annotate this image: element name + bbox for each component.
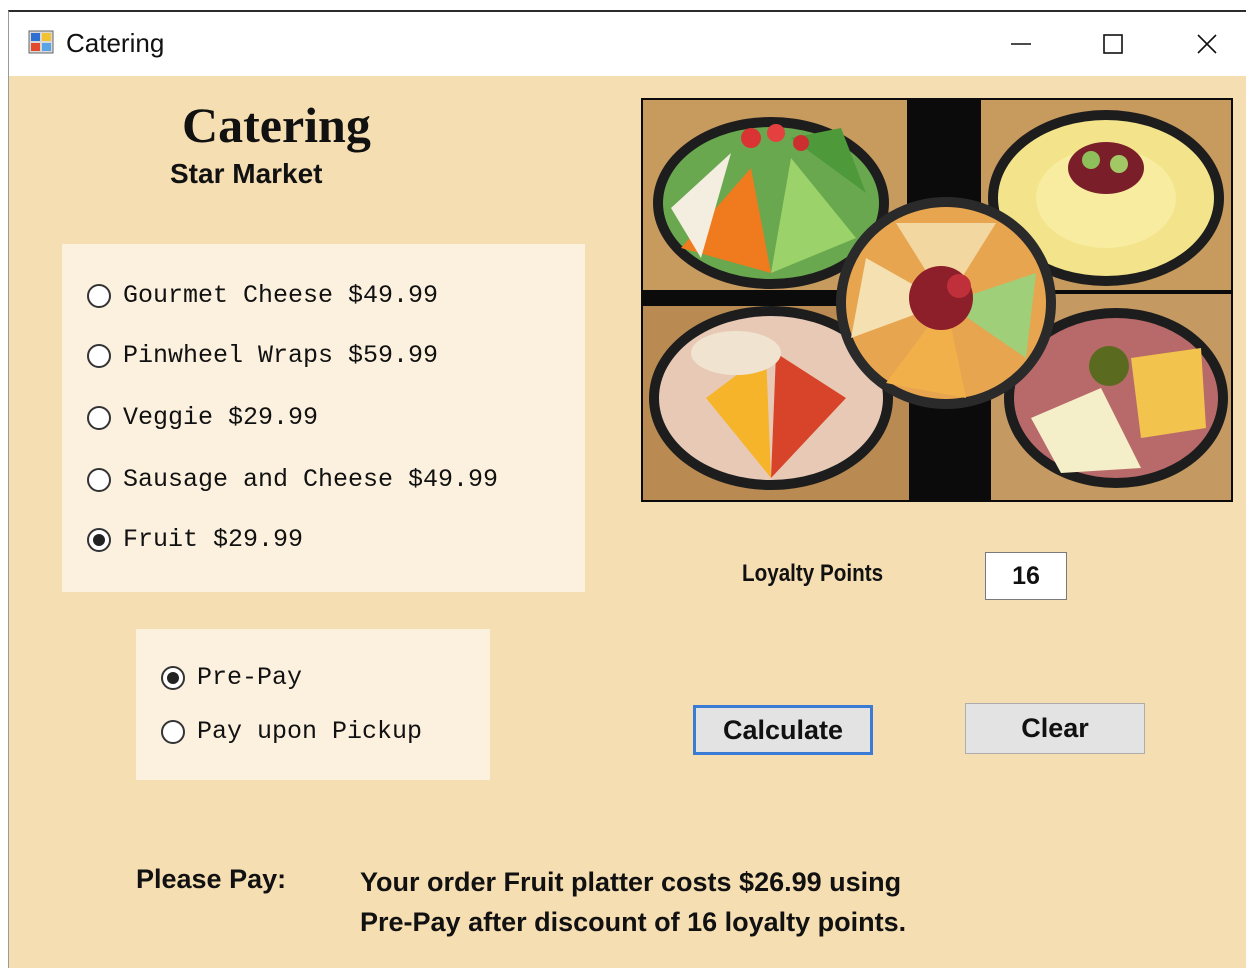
clear-button[interactable]: Clear xyxy=(965,703,1145,754)
option-label: Gourmet Cheese $49.99 xyxy=(123,281,439,310)
store-name: Star Market xyxy=(170,158,323,189)
option-label: Pay upon Pickup xyxy=(197,717,423,746)
radio-fruit[interactable] xyxy=(87,527,111,552)
order-summary-line-2: Pre-Pay after discount of 16 loyalty poi… xyxy=(360,907,907,937)
loyalty-points-field[interactable]: 16 xyxy=(985,552,1067,600)
order-summary-line-1: Your order Fruit platter costs $26.99 us… xyxy=(360,867,902,897)
option-pinwheel-wraps[interactable]: Pinwheel Wraps $59.99 xyxy=(87,341,438,370)
option-gourmet-cheese[interactable]: Gourmet Cheese $49.99 xyxy=(87,281,438,310)
minimize-icon xyxy=(1011,43,1031,45)
option-label: Veggie $29.99 xyxy=(123,403,319,432)
form-heading: Catering xyxy=(182,97,371,153)
option-pre-pay[interactable]: Pre-Pay xyxy=(161,663,302,692)
catering-window: Catering Catering Star Market Gourmet Ch… xyxy=(8,10,1246,968)
order-summary: Your order Fruit platter costs $26.99 us… xyxy=(360,862,1040,942)
window-title: Catering xyxy=(66,28,165,58)
maximize-icon xyxy=(1103,34,1123,54)
close-button[interactable] xyxy=(1161,12,1246,76)
payment-options-group: Pre-Pay Pay upon Pickup xyxy=(136,629,490,780)
option-label: Sausage and Cheese $49.99 xyxy=(123,465,499,494)
option-pay-upon-pickup[interactable]: Pay upon Pickup xyxy=(161,717,422,746)
radio-pinwheel-wraps[interactable] xyxy=(87,343,111,368)
option-label: Fruit $29.99 xyxy=(123,525,304,554)
please-pay-label: Please Pay: xyxy=(136,864,287,894)
radio-gourmet-cheese[interactable] xyxy=(87,283,111,308)
radio-veggie[interactable] xyxy=(87,405,111,430)
option-fruit[interactable]: Fruit $29.99 xyxy=(87,525,303,554)
radio-pre-pay[interactable] xyxy=(161,665,185,690)
catering-platters-image xyxy=(641,98,1233,502)
maximize-button[interactable] xyxy=(1067,12,1159,76)
option-label: Pre-Pay xyxy=(197,663,303,692)
minimize-button[interactable] xyxy=(975,12,1067,76)
option-label: Pinwheel Wraps $59.99 xyxy=(123,341,439,370)
close-icon xyxy=(1197,34,1217,54)
option-sausage-cheese[interactable]: Sausage and Cheese $49.99 xyxy=(87,465,498,494)
radio-sausage-cheese[interactable] xyxy=(87,467,111,492)
app-icon xyxy=(28,30,54,54)
radio-pay-upon-pickup[interactable] xyxy=(161,719,185,744)
platter-options-group: Gourmet Cheese $49.99 Pinwheel Wraps $59… xyxy=(62,244,585,592)
option-veggie[interactable]: Veggie $29.99 xyxy=(87,403,318,432)
calculate-button[interactable]: Calculate xyxy=(693,705,873,755)
loyalty-points-label: Loyalty Points xyxy=(742,560,884,587)
title-bar: Catering xyxy=(9,12,1246,76)
